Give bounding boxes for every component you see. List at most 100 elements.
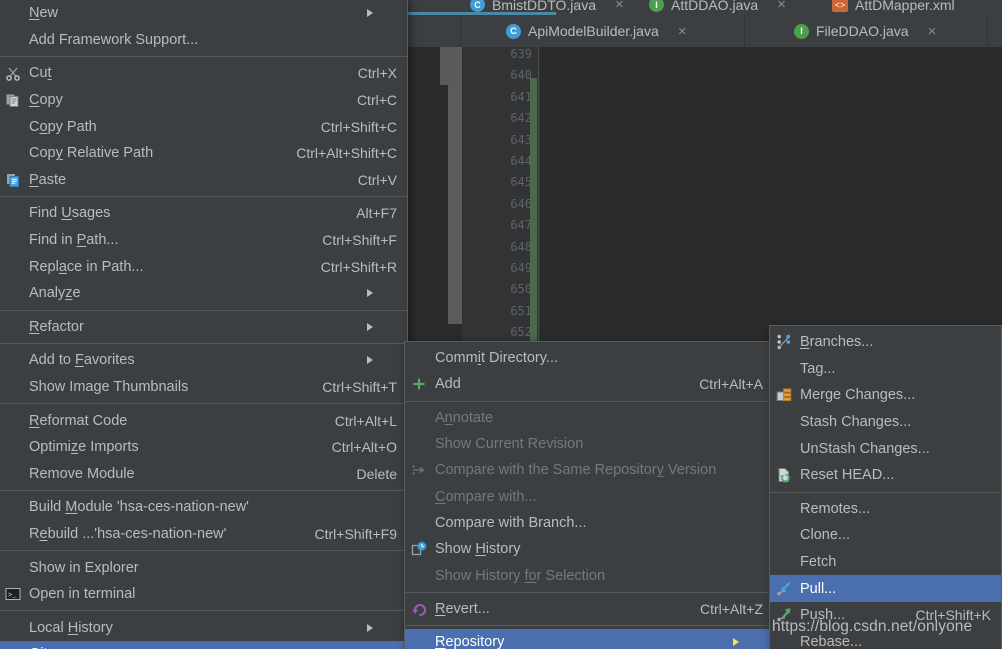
project-panel-scroll-strip[interactable] (448, 44, 462, 324)
menu-item-add[interactable]: Add Ctrl+Alt+A (405, 371, 773, 397)
menu-separator (0, 196, 407, 198)
menu-item-label: Optimize Imports (29, 439, 139, 456)
close-icon[interactable]: × (615, 0, 624, 13)
menu-item-label: Commit Directory... (435, 350, 559, 367)
menu-item-revert[interactable]: Revert... Ctrl+Alt+Z (405, 596, 773, 622)
menu-separator (0, 56, 407, 58)
line-number: 645 (510, 175, 532, 190)
menu-item-optimize-imports[interactable]: Optimize Imports Ctrl+Alt+O (0, 434, 407, 461)
menu-separator (0, 343, 407, 345)
line-number: 643 (510, 132, 532, 147)
line-number: 639 (510, 47, 532, 61)
menu-item-rebuild-hsa-ces-nation-new[interactable]: Rebuild ...'hsa-ces-nation-new' Ctrl+Shif… (0, 521, 407, 548)
menu-item-add-framework-support[interactable]: Add Framework Support... (0, 27, 407, 54)
menu-item-add-to-favorites[interactable]: Add to Favorites (0, 347, 407, 374)
git-submenu[interactable]: Commit Directory... Add Ctrl+Alt+A Annotate… (404, 341, 774, 649)
menu-item-label: Compare with Branch... (435, 514, 587, 531)
menu-item-tag[interactable]: Tag... (770, 356, 1001, 383)
line-number: 642 (510, 111, 532, 126)
menu-item-cut[interactable]: Cut Ctrl+X (0, 60, 407, 87)
editor-tab-apimodelbuilder[interactable]: C ApiModelBuilder.java × (496, 15, 697, 47)
menu-item-label: Show in Explorer (29, 559, 139, 576)
chevron-right-icon (367, 9, 397, 18)
menu-item-label: Reset HEAD... (800, 467, 895, 484)
menu-item-shortcut: Ctrl+Alt+O (331, 439, 397, 456)
menu-separator (405, 591, 773, 593)
paste-icon (4, 171, 22, 189)
menu-item-label: Annotate (435, 409, 494, 426)
close-icon[interactable]: × (678, 23, 687, 40)
repository-submenu[interactable]: Branches... Tag... Merge Changes... Stash C… (769, 325, 1002, 649)
editor-tab-attdmapper[interactable]: <> AttDMapper.xml (822, 0, 965, 15)
merge-icon (775, 386, 793, 404)
menu-item-shortcut: Ctrl+Alt+A (699, 376, 763, 393)
menu-separator (405, 624, 773, 626)
chevron-right-icon (367, 356, 397, 365)
menu-item-git[interactable]: Git (0, 641, 407, 649)
gutter-edge (538, 47, 539, 367)
menu-item-merge-changes[interactable]: Merge Changes... (770, 382, 1001, 409)
menu-item-repository[interactable]: Repository (405, 628, 773, 649)
menu-item-copy-relative-path[interactable]: Copy Relative Path Ctrl+Alt+Shift+C (0, 140, 407, 167)
menu-item-label: Stash Changes... (800, 414, 912, 431)
interface-icon: I (794, 23, 809, 39)
editor-tab-fileddao[interactable]: I FileDDAO.java × (784, 15, 946, 47)
menu-item-build-module-hsa-ces-nation-new[interactable]: Build Module 'hsa-ces-nation-new' (0, 494, 407, 521)
menu-item-shortcut: Delete (356, 465, 397, 482)
menu-item-commit-directory[interactable]: Commit Directory... (405, 345, 773, 371)
editor-tabbar-row2[interactable]: C ApiModelBuilder.java × I FileDDAO.java… (404, 15, 1002, 47)
menu-item-stash-changes[interactable]: Stash Changes... (770, 409, 1001, 436)
menu-item-find-usages[interactable]: Find Usages Alt+F7 (0, 200, 407, 227)
menu-item-replace-in-path[interactable]: Replace in Path... Ctrl+Shift+R (0, 253, 407, 280)
menu-item-label: Revert... (435, 600, 490, 617)
menu-item-show-image-thumbnails[interactable]: Show Image Thumbnails Ctrl+Shift+T (0, 374, 407, 401)
compare-icon (410, 461, 428, 479)
close-icon[interactable]: × (777, 0, 786, 13)
menu-item-label: Add to Favorites (29, 352, 135, 369)
menu-item-remove-module[interactable]: Remove Module Delete (0, 461, 407, 488)
menu-item-local-history[interactable]: Local History (0, 614, 407, 641)
menu-item-pull[interactable]: Pull... (770, 575, 1001, 602)
menu-item-find-in-path[interactable]: Find in Path... Ctrl+Shift+F (0, 227, 407, 254)
line-number: 648 (510, 239, 532, 254)
menu-item-show-in-explorer[interactable]: Show in Explorer (0, 554, 407, 581)
class-icon: C (506, 23, 521, 39)
menu-item-label: Copy (29, 92, 63, 109)
menu-item-reformat-code[interactable]: Reformat Code Ctrl+Alt+L (0, 407, 407, 434)
xml-icon: <> (832, 0, 848, 12)
menu-item-unstash-changes[interactable]: UnStash Changes... (770, 435, 1001, 462)
menu-item-fetch[interactable]: Fetch (770, 549, 1001, 576)
menu-item-paste[interactable]: Paste Ctrl+V (0, 167, 407, 194)
menu-item-remotes[interactable]: Remotes... (770, 496, 1001, 523)
line-number: 650 (510, 282, 532, 297)
menu-item-label: Add Framework Support... (29, 31, 199, 48)
menu-item-copy[interactable]: Copy Ctrl+C (0, 87, 407, 114)
menu-item-analyze[interactable]: Analyze (0, 280, 407, 307)
terminal-icon: >_ (4, 585, 22, 603)
menu-item-copy-path[interactable]: Copy Path Ctrl+Shift+C (0, 113, 407, 140)
menu-separator (0, 490, 407, 492)
menu-item-label: Show History (435, 541, 521, 558)
menu-item-branches[interactable]: Branches... (770, 329, 1001, 356)
project-context-menu[interactable]: New Add Framework Support... Cut Ctrl+X Copy… (0, 0, 408, 649)
menu-item-label: Merge Changes... (800, 387, 916, 404)
menu-item-open-in-terminal[interactable]: >_ Open in terminal (0, 581, 407, 608)
cut-icon (4, 64, 22, 82)
menu-item-label: Rebase... (800, 633, 863, 649)
menu-item-reset-head[interactable]: Reset HEAD... (770, 462, 1001, 489)
revert-icon (410, 600, 428, 618)
menu-item-new[interactable]: New (0, 0, 407, 27)
menu-item-refactor[interactable]: Refactor (0, 314, 407, 341)
menu-item-show-history[interactable]: Show History (405, 536, 773, 562)
close-icon[interactable]: × (928, 23, 937, 40)
editor-tab-attddao[interactable]: I AttDDAO.java × (639, 0, 796, 15)
line-number: 641 (510, 89, 532, 104)
menu-item-label: Copy Path (29, 118, 97, 135)
menu-item-clone[interactable]: Clone... (770, 522, 1001, 549)
menu-item-label: Show Current Revision (435, 436, 584, 453)
svg-text:>_: >_ (8, 592, 17, 600)
menu-item-compare-with-branch[interactable]: Compare with Branch... (405, 510, 773, 536)
chevron-right-icon (367, 623, 397, 632)
editor-tab-label: AttDMapper.xml (855, 0, 955, 13)
menu-item-shortcut: Ctrl+Shift+F9 (314, 525, 397, 542)
